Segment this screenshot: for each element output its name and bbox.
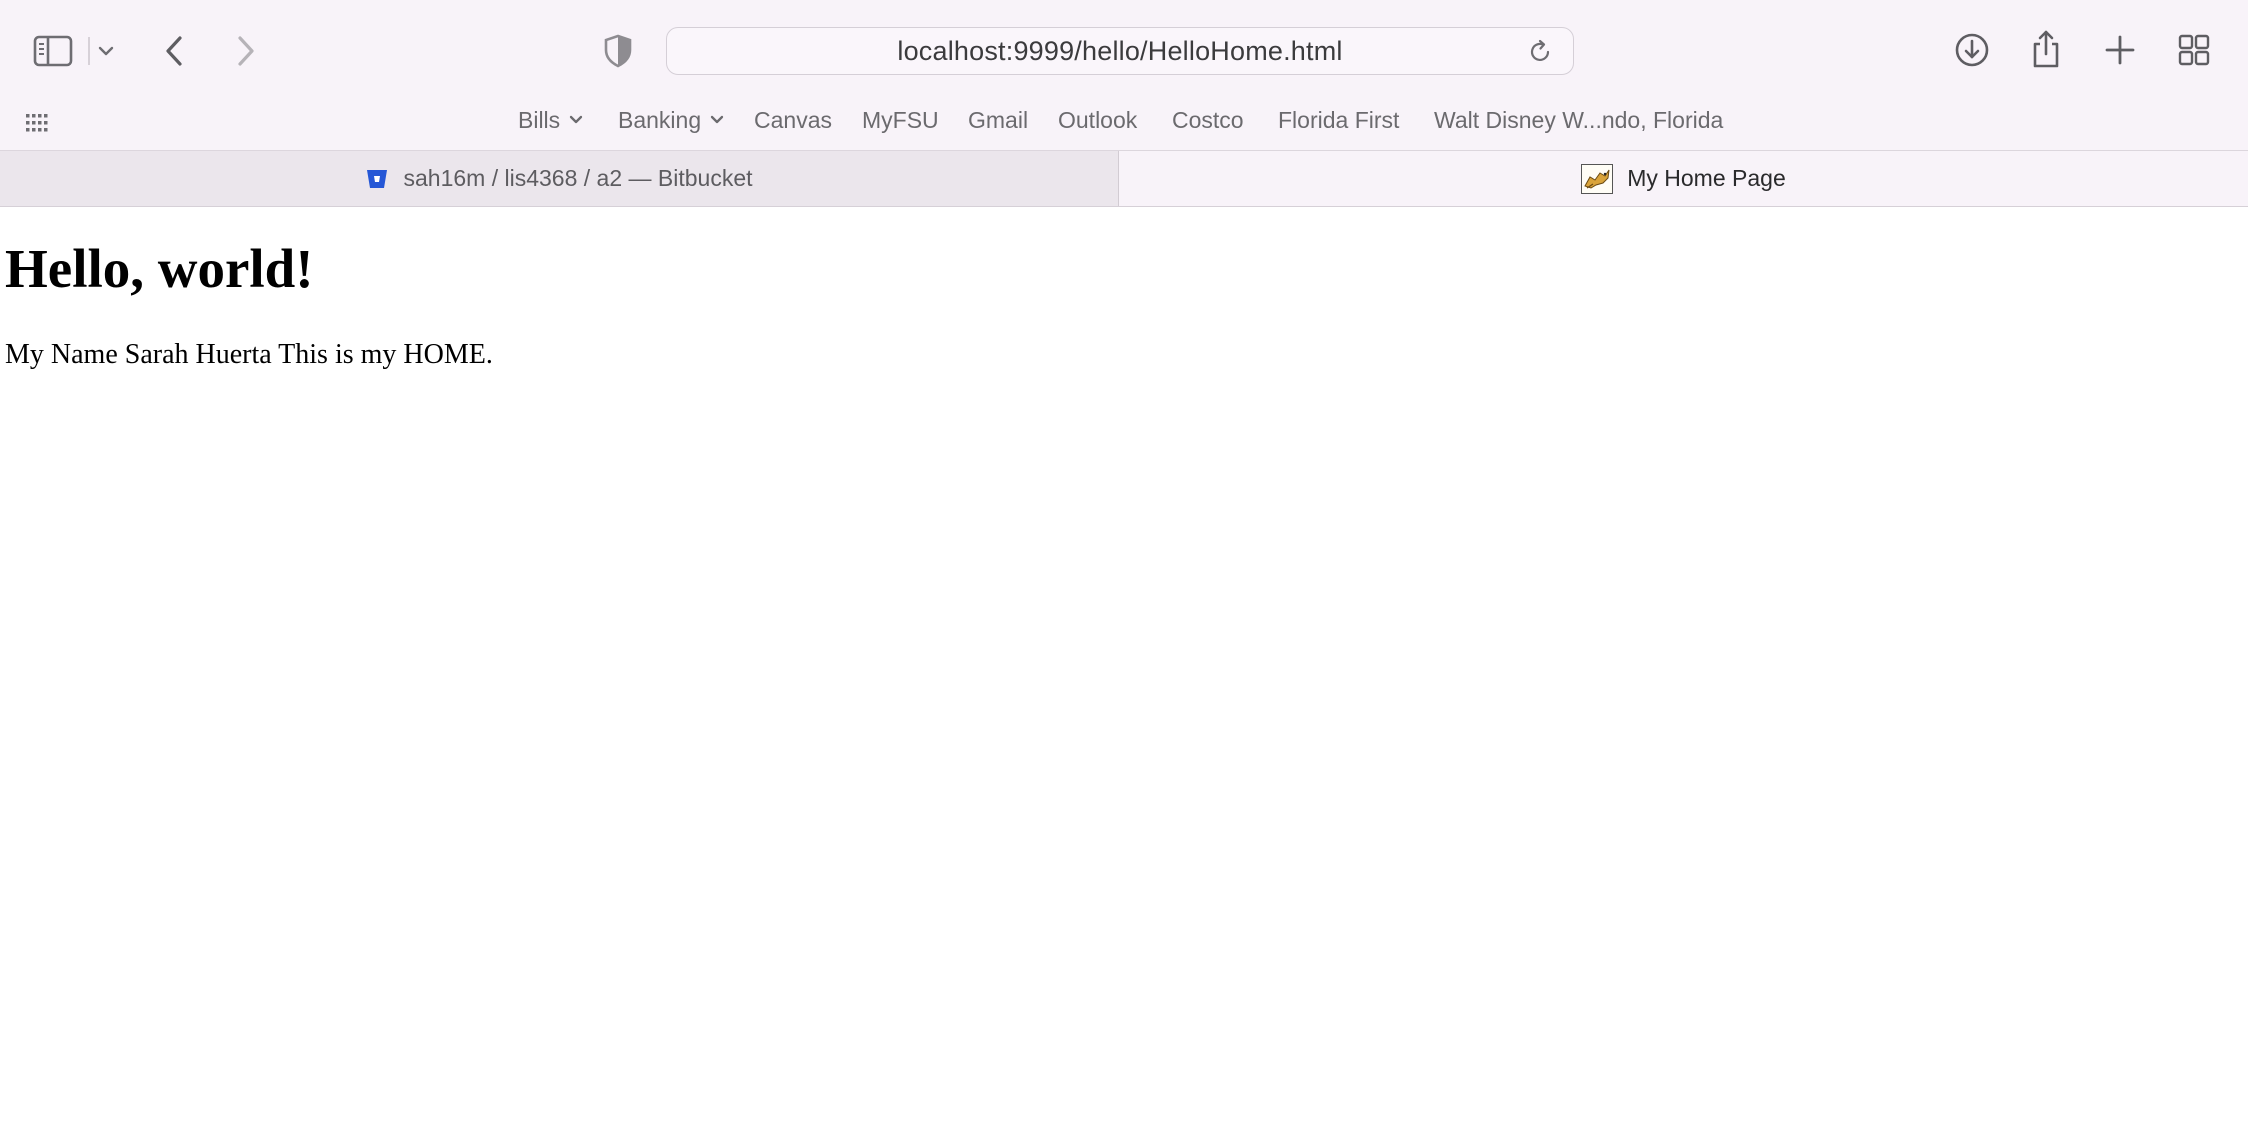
browser-toolbar: localhost:9999/hello/HelloHome.html	[0, 0, 2248, 100]
tomcat-icon	[1581, 163, 1614, 194]
chevron-down-icon	[568, 114, 584, 126]
bookmark-label: Canvas	[754, 106, 832, 133]
bookmark-label: MyFSU	[862, 106, 939, 133]
bookmark-walt-disney[interactable]: Walt Disney W...ndo, Florida	[1434, 105, 1723, 135]
bookmark-costco[interactable]: Costco	[1172, 105, 1244, 135]
bookmark-outlook[interactable]: Outlook	[1058, 105, 1137, 135]
bookmark-banking[interactable]: Banking	[618, 105, 725, 135]
bookmark-canvas[interactable]: Canvas	[754, 105, 832, 135]
chevron-down-icon[interactable]	[94, 40, 118, 62]
bookmark-florida-first[interactable]: Florida First	[1278, 105, 1399, 135]
page-heading: Hello, world!	[5, 238, 314, 299]
tab-bitbucket[interactable]: sah16m / lis4368 / a2 — Bitbucket	[0, 151, 1119, 206]
chevron-down-icon	[709, 114, 725, 126]
tab-title: My Home Page	[1627, 165, 1786, 191]
grid-icon[interactable]	[2176, 32, 2212, 68]
web-page-content: Hello, world! My Name Sarah Huerta This …	[0, 207, 2248, 1140]
bookmark-label: Outlook	[1058, 106, 1138, 133]
plus-icon[interactable]	[2102, 32, 2138, 68]
sidebar-icon[interactable]	[30, 32, 76, 70]
bookmark-label: Costco	[1172, 106, 1244, 133]
bookmark-gmail[interactable]: Gmail	[968, 105, 1028, 135]
share-icon[interactable]	[2027, 28, 2065, 70]
bookmark-label: Bills	[518, 106, 561, 133]
bookmark-label: Walt Disney W...ndo, Florida	[1434, 106, 1724, 133]
bookmark-label: Gmail	[968, 106, 1029, 133]
url-text[interactable]: localhost:9999/hello/HelloHome.html	[897, 36, 1342, 67]
download-icon[interactable]	[1952, 30, 1992, 70]
privacy-shield-icon[interactable]	[600, 32, 636, 70]
bookmark-myfsu[interactable]: MyFSU	[862, 105, 939, 135]
forward-icon[interactable]	[230, 32, 262, 70]
apps-grid-icon[interactable]	[24, 110, 50, 136]
bitbucket-icon	[365, 167, 389, 191]
bookmark-bills[interactable]: Bills	[518, 105, 584, 135]
toolbar-divider	[88, 37, 90, 65]
tab-my-home-page[interactable]: My Home Page	[1119, 151, 2248, 206]
address-bar[interactable]: localhost:9999/hello/HelloHome.html	[666, 27, 1574, 75]
page-paragraph: My Name Sarah Huerta This is my HOME.	[5, 339, 493, 370]
back-icon[interactable]	[158, 32, 190, 70]
reload-icon[interactable]	[1527, 39, 1553, 70]
bookmark-label: Banking	[618, 106, 702, 133]
tab-title: sah16m / lis4368 / a2 — Bitbucket	[403, 165, 753, 191]
bookmark-label: Florida First	[1278, 106, 1400, 133]
